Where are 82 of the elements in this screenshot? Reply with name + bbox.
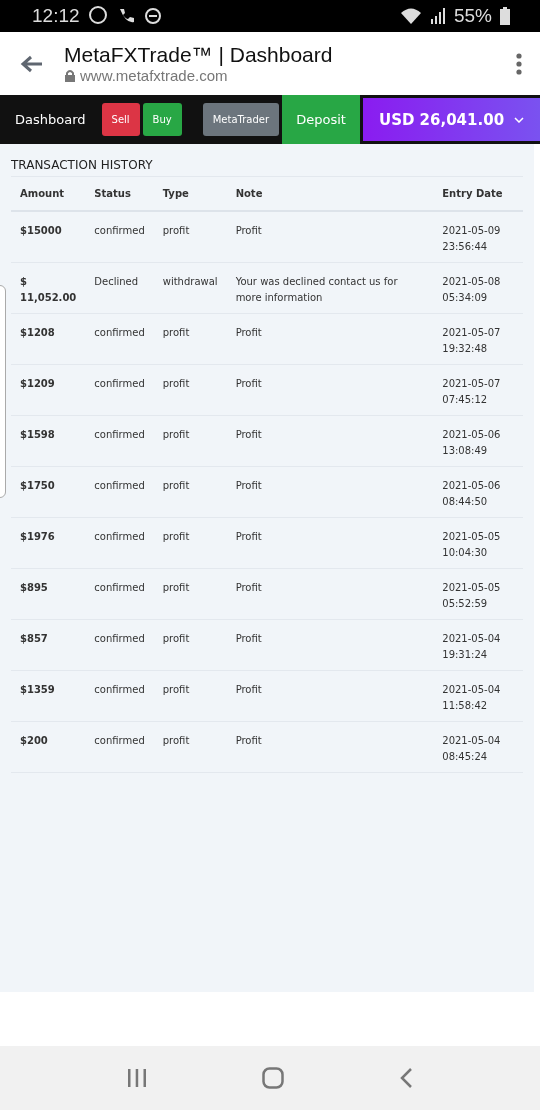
table-cell: 2021-05-06 08:44:50 [433,466,523,518]
chevron-down-icon [514,116,525,123]
battery-icon [500,7,510,25]
table-cell: $1209 [11,364,86,416]
table-cell: confirmed [85,466,154,518]
table-cell: confirmed [85,364,154,416]
column-header: Amount [11,176,86,211]
page-title: MetaFXTrade™ | Dashboard [64,43,334,67]
table-cell: Profit [226,670,434,722]
signal-icon [429,8,446,24]
table-cell: 2021-05-08 05:34:09 [433,262,523,314]
section-title: TRANSACTION HISTORY [11,158,154,172]
table-cell: profit [153,517,227,569]
table-cell: 2021-05-05 10:04:30 [433,517,523,569]
table-cell: $1598 [11,415,86,467]
table-cell: Your was declined contact us for more information [226,262,434,314]
table-cell: Profit [226,466,434,518]
table-cell: profit [153,313,227,365]
table-cell: 2021-05-04 08:45:24 [433,721,523,773]
back-arrow-icon[interactable] [20,53,44,74]
table-cell: $1750 [11,466,86,518]
table-cell: 2021-05-05 05:52:59 [433,568,523,620]
table-cell: profit [153,211,227,263]
trade-button[interactable]: Sell [101,103,140,136]
table-cell: confirmed [85,670,154,722]
table-cell: $1359 [11,670,86,722]
column-header: Status [85,176,154,211]
recent-apps-icon[interactable] [127,1068,148,1088]
table-cell: confirmed [85,568,154,620]
table-cell: Profit [226,517,434,569]
table-cell: profit [153,568,227,620]
column-header: Note [226,176,434,211]
lock-icon [64,69,76,82]
table-cell: 2021-05-09 23:56:44 [433,211,523,263]
url-text: www.metafxtrade.com [80,67,228,84]
table-cell: profit [153,415,227,467]
table-cell: $857 [11,619,86,671]
platform-button[interactable]: MetaTrader [202,103,280,136]
table-cell: confirmed [85,619,154,671]
clock: 12:12 [32,5,80,27]
home-icon[interactable] [262,1067,284,1089]
table-cell: profit [153,364,227,416]
table-cell: confirmed [85,211,154,263]
table-cell: 2021-05-07 19:32:48 [433,313,523,365]
table-cell: $1976 [11,517,86,569]
column-header: Entry Date [433,176,523,211]
table-cell: $ 11,052.00 [11,262,86,314]
battery-percent: 55% [453,5,492,27]
more-options-icon[interactable] [516,52,522,75]
table-cell: confirmed [85,313,154,365]
table-cell: Profit [226,211,434,263]
table-cell: Profit [226,415,434,467]
table-cell: profit [153,466,227,518]
table-cell: profit [153,619,227,671]
table-cell: 2021-05-04 19:31:24 [433,619,523,671]
table-cell: Profit [226,364,434,416]
table-cell: $200 [11,721,86,773]
back-icon[interactable] [398,1067,413,1089]
table-cell: profit [153,670,227,722]
table-cell: Profit [226,721,434,773]
table-cell: $15000 [11,211,86,263]
do-not-disturb-icon [143,7,162,25]
table-cell: confirmed [85,721,154,773]
table-cell: Profit [226,568,434,620]
balance-dropdown[interactable]: USD 26,041.00 [363,98,540,141]
wifi-icon [399,7,422,25]
table-cell: Profit [226,619,434,671]
dashboard-link[interactable]: Dashboard [0,112,102,127]
table-cell: Declined [85,262,154,314]
table-cell: Profit [226,313,434,365]
table-cell: 2021-05-07 07:45:12 [433,364,523,416]
table-cell: confirmed [85,415,154,467]
table-cell: 2021-05-06 13:08:49 [433,415,523,467]
table-cell: $1208 [11,313,86,365]
deposit-button[interactable]: Deposit [282,95,361,144]
column-header: Type [153,176,227,211]
trade-button[interactable]: Buy [142,103,182,136]
table-cell: profit [153,721,227,773]
table-cell: $895 [11,568,86,620]
table-cell: withdrawal [153,262,227,314]
table-cell: confirmed [85,517,154,569]
table-cell: 2021-05-04 11:58:42 [433,670,523,722]
